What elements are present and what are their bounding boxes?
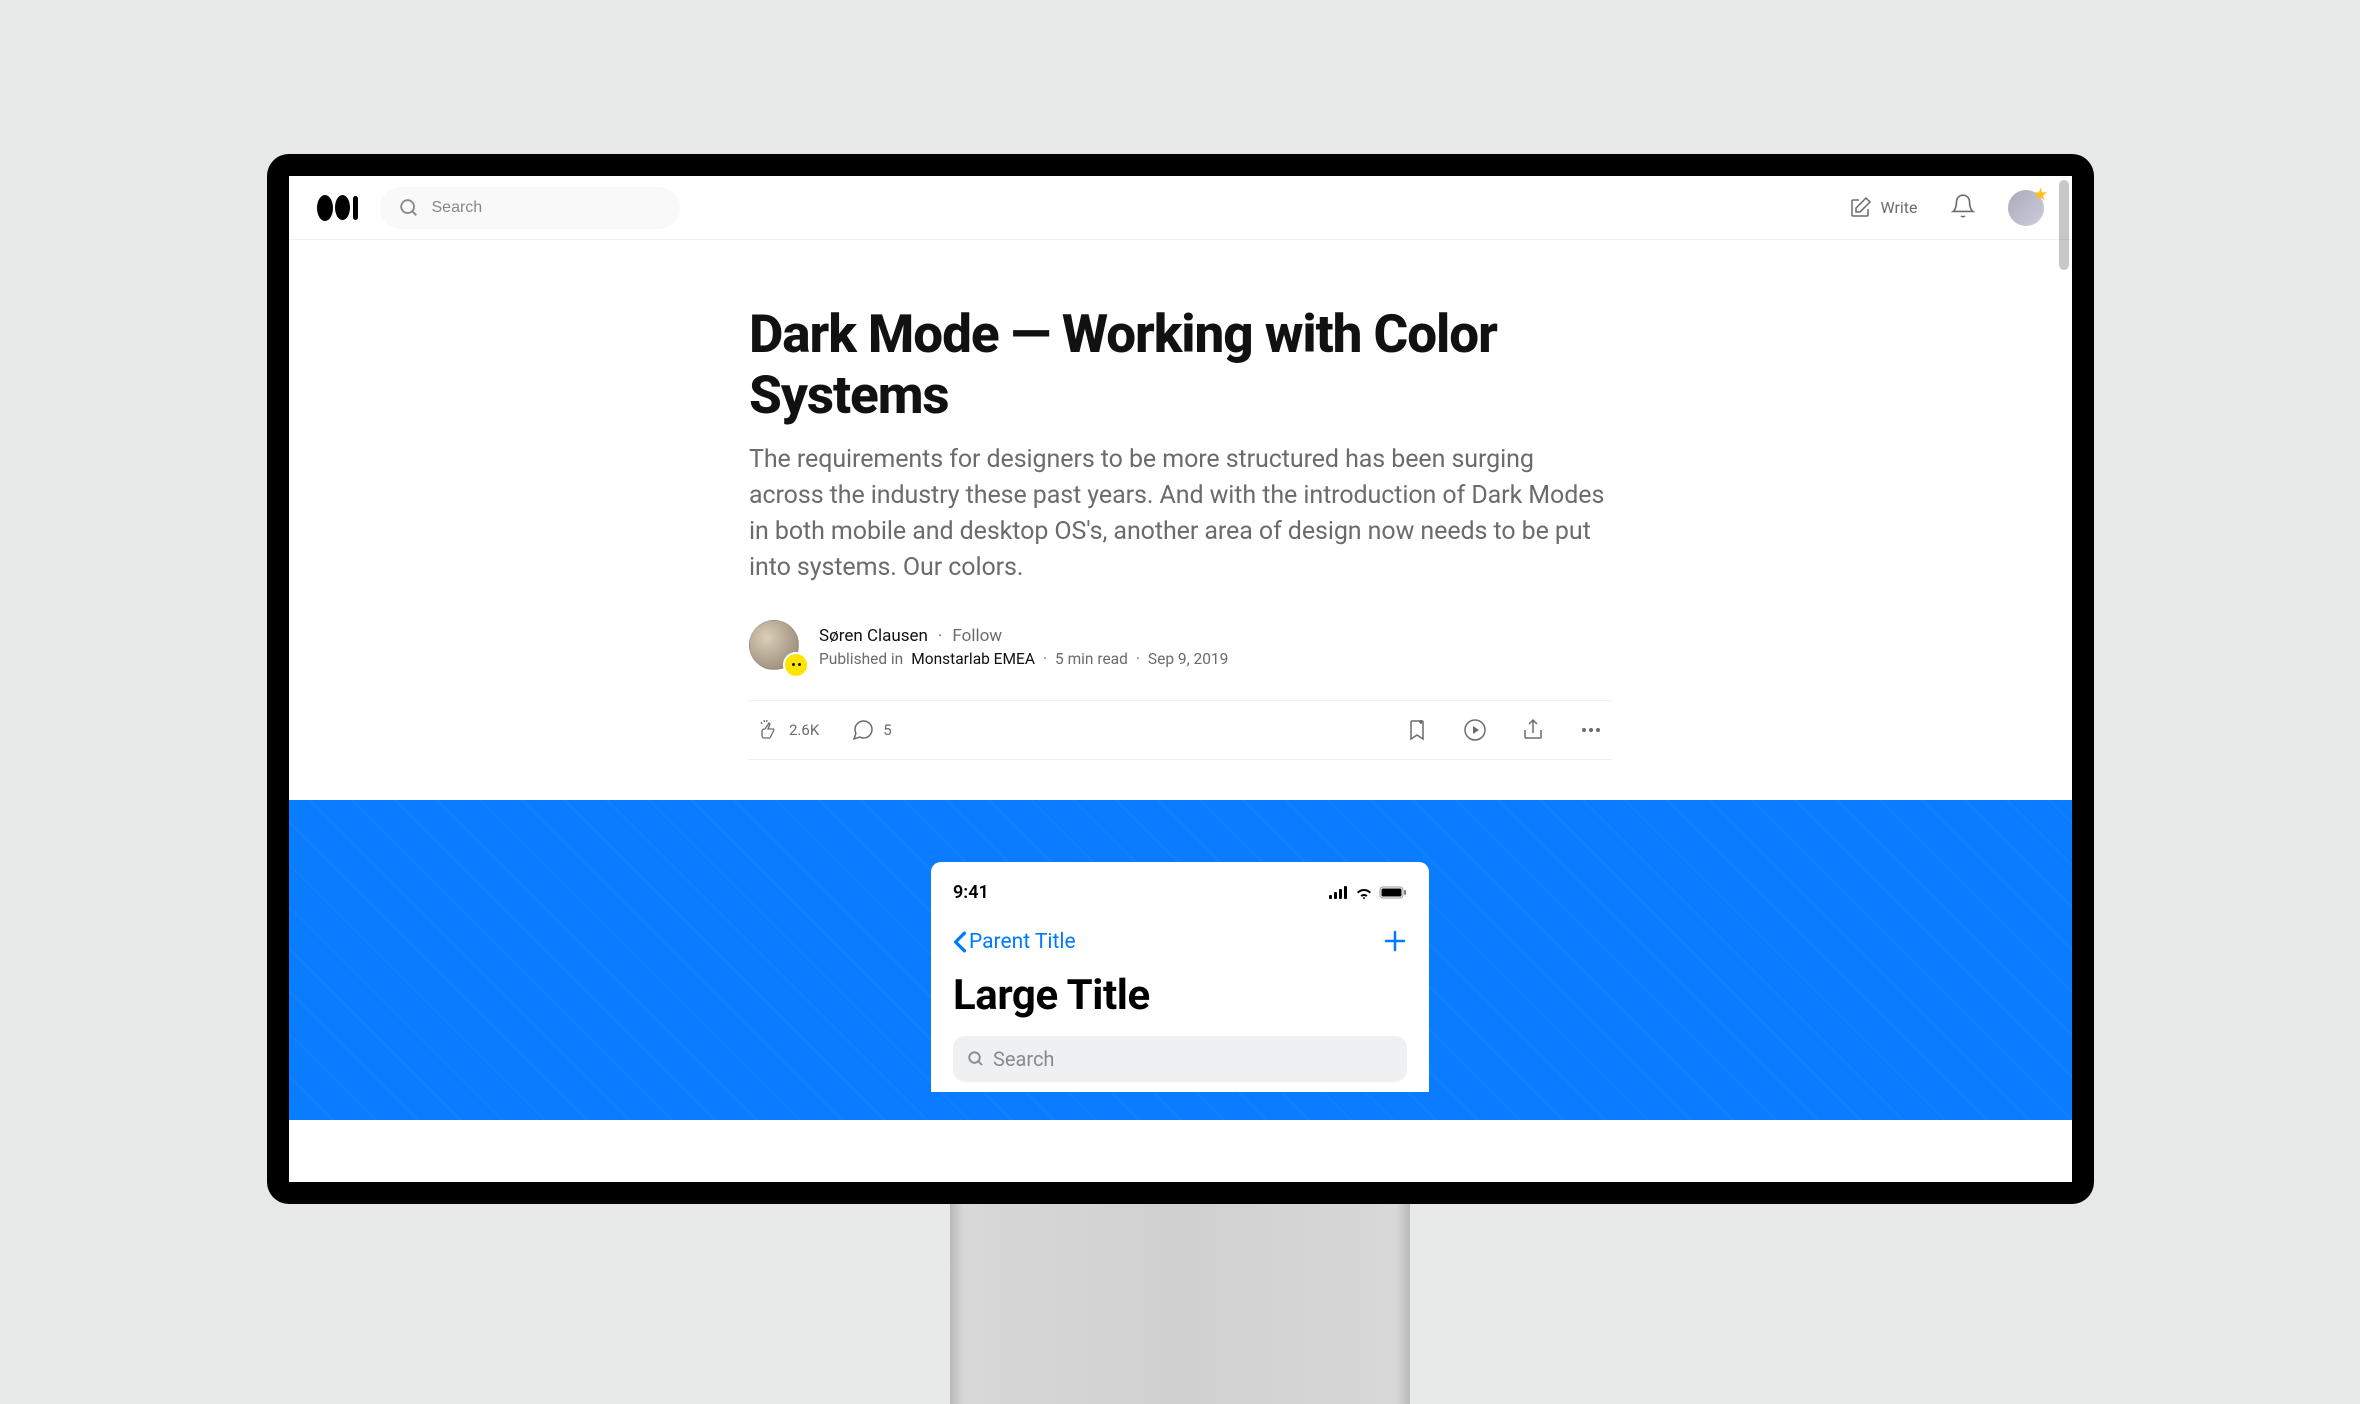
write-label: Write [1880, 198, 1917, 217]
phone-mockup: 9:41 Parent Title Larg [931, 862, 1429, 1092]
scrollbar[interactable] [2059, 180, 2069, 270]
more-icon[interactable] [1579, 718, 1603, 742]
share-icon[interactable] [1521, 718, 1545, 742]
responses-count: 5 [883, 721, 891, 739]
read-time: 5 min read [1055, 650, 1128, 668]
follow-button[interactable]: Follow [952, 626, 1002, 646]
phone-large-title: Large Title [953, 971, 1407, 1020]
article-title: Dark Mode — Working with Color Systems [749, 304, 1611, 426]
article-subtitle: The requirements for designers to be mor… [749, 442, 1611, 586]
monitor-stand [950, 1204, 1410, 1404]
author-name[interactable]: Søren Clausen [819, 626, 928, 646]
phone-nav-bar: Parent Title [953, 925, 1407, 959]
medium-logo[interactable] [317, 195, 358, 221]
phone-time: 9:41 [953, 882, 989, 903]
search-input[interactable] [432, 199, 662, 217]
published-in-label: Published in [819, 650, 903, 668]
phone-back-label: Parent Title [969, 930, 1076, 954]
byline: Søren Clausen · Follow Published in Mons… [749, 620, 1611, 674]
search-container[interactable] [380, 187, 680, 229]
site-header: Write [289, 176, 2072, 240]
byline-avatars [749, 620, 803, 674]
phone-back-button[interactable]: Parent Title [953, 930, 1076, 954]
monitor-frame: Write Dark Mode — Working with Color Sys… [267, 154, 2094, 1204]
hero-image: 9:41 Parent Title Larg [289, 800, 2072, 1120]
separator: · [938, 626, 942, 646]
search-icon [398, 197, 420, 219]
phone-search-field[interactable]: Search [953, 1036, 1407, 1082]
publish-date: Sep 9, 2019 [1148, 650, 1228, 668]
publication-avatar[interactable] [783, 652, 809, 678]
write-button[interactable]: Write [1848, 196, 1917, 220]
separator: · [1043, 650, 1047, 668]
action-bar: 2.6K 5 [749, 700, 1611, 760]
phone-status-bar: 9:41 [953, 882, 1407, 903]
battery-icon [1379, 886, 1407, 899]
plus-icon [1383, 929, 1407, 953]
separator: · [1136, 650, 1140, 668]
phone-search-placeholder: Search [993, 1047, 1054, 1071]
article: Dark Mode — Working with Color Systems T… [749, 304, 1611, 800]
header-actions: Write [1848, 190, 2043, 226]
notifications-button[interactable] [1950, 193, 1976, 223]
comment-icon [851, 718, 875, 742]
phone-add-button[interactable] [1383, 925, 1407, 959]
screen: Write Dark Mode — Working with Color Sys… [289, 176, 2072, 1182]
play-icon[interactable] [1463, 718, 1487, 742]
clap-icon [757, 718, 781, 742]
user-avatar[interactable] [2008, 190, 2044, 226]
chevron-left-icon [953, 931, 967, 953]
bookmark-icon[interactable] [1405, 718, 1429, 742]
byline-text: Søren Clausen · Follow Published in Mons… [819, 626, 1228, 668]
clap-count: 2.6K [789, 721, 819, 739]
responses-button[interactable]: 5 [851, 718, 891, 742]
bell-icon [1950, 193, 1976, 219]
clap-button[interactable]: 2.6K [757, 718, 819, 742]
search-icon [967, 1050, 985, 1068]
signal-icon [1329, 886, 1349, 899]
publication-name[interactable]: Monstarlab EMEA [911, 650, 1035, 668]
write-icon [1848, 196, 1872, 220]
wifi-icon [1355, 886, 1373, 899]
